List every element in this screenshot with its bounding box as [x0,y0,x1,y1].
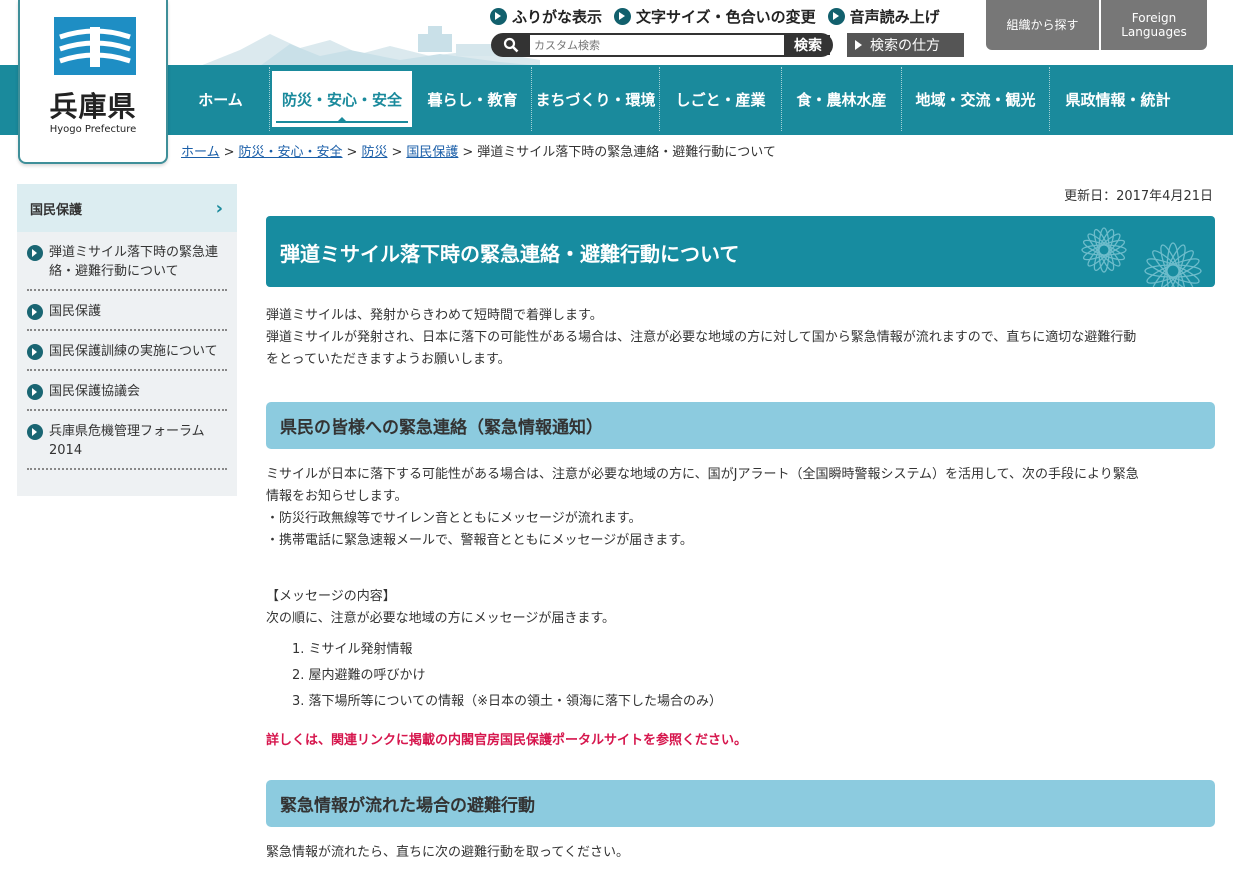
page-title: 弾道ミサイル落下時の緊急連絡・避難行動について [280,242,740,266]
arrow-right-icon [27,245,43,261]
chevron-right-icon: › [215,197,223,219]
intro-paragraph: 弾道ミサイルは、発射からきわめて短時間で着弾します。 弾道ミサイルが発射され、日… [266,305,1216,371]
breadcrumb: ホーム > 防災・安心・安全 > 防災 > 国民保護 > 弾道ミサイル落下時の緊急連絡・避難行動… [181,141,776,160]
sidebar-item-civil-protection[interactable]: 国民保護 [27,291,227,331]
org-search-tab[interactable]: 組織から探す [986,0,1099,50]
arrow-right-icon [827,7,845,25]
breadcrumb-separator: > [346,145,358,160]
site-name-english: Hyogo Prefecture [49,124,137,135]
sidebar-item-label: 兵庫県危機管理フォーラム2014 [49,424,205,458]
section-heading-emergency-contact: 県民の皆様への緊急連絡（緊急情報通知） [266,402,1215,449]
arrow-right-icon [614,7,632,25]
org-search-label: 組織から探す [1006,18,1079,32]
breadcrumb-disaster-safety[interactable]: 防災・安心・安全 [239,145,343,160]
message-content-block: 【メッセージの内容】 次の順に、注意が必要な地域の方にメッセージが届きます。 [266,586,1216,630]
nav-region-tourism[interactable]: 地域・交流・観光 [902,67,1050,131]
play-triangle-icon [855,40,862,50]
local-nav-sidebar: 国民保護 › 弾道ミサイル落下時の緊急連絡・避難行動について 国民保護 国民保護… [17,184,237,496]
nav-prefecture-info[interactable]: 県政情報・統計 [1050,67,1186,131]
message-order-list: 1. ミサイル発射情報 2. 屋内避難の呼びかけ 3. 落下場所等についての情報… [292,637,722,715]
intro-line: 弾道ミサイルが発射され、日本に落下の可能性がある場合は、注意が必要な地域の方に対… [266,330,1137,345]
flower-decoration-icon [1081,227,1127,273]
list-item: 1. ミサイル発射情報 [292,642,413,657]
sidebar-item-missile[interactable]: 弾道ミサイル落下時の緊急連絡・避難行動について [27,232,227,291]
arrow-right-icon [27,304,43,320]
flower-decoration-icon [1144,242,1202,287]
sidebar-heading[interactable]: 国民保護 › [17,184,237,232]
list-item: 2. 屋内避難の呼びかけ [292,668,426,683]
portal-site-note: 詳しくは、関連リンクに掲載の内閣官房国民保護ポータルサイトを参照ください。 [266,733,748,748]
section1-line: 情報をお知らせします。 [266,489,408,504]
sidebar-item-label: 国民保護協議会 [49,384,141,399]
foreign-label-line1: Foreign [1131,11,1177,25]
site-name: 兵庫県 [49,90,137,123]
section-heading-evacuation: 緊急情報が流れた場合の避難行動 [266,780,1215,827]
nav-home[interactable]: ホーム [172,67,270,131]
sidebar-item-training[interactable]: 国民保護訓練の実施について [27,331,227,371]
message-heading: 【メッセージの内容】 [266,589,396,604]
foreign-label-line2: Languages [1121,25,1187,39]
message-lead: 次の順に、注意が必要な地域の方にメッセージが届きます。 [266,611,616,626]
sidebar-item-label: 国民保護訓練の実施について [49,344,218,359]
intro-line: をとっていただきますようお願いします。 [266,352,511,367]
page-title-banner: 弾道ミサイル落下時の緊急連絡・避難行動について [266,216,1215,287]
foreign-languages-label: Foreign Languages [1121,11,1186,39]
sidebar-item-label: 弾道ミサイル落下時の緊急連絡・避難行動について [49,245,219,279]
site-header: 兵庫県 Hyogo Prefecture ふりがな表示 文字サイズ・色合いの変更… [0,0,1233,164]
section1-paragraph: ミサイルが日本に落下する可能性がある場合は、注意が必要な地域の方に、国がJアラー… [266,464,1216,552]
arrow-right-icon [27,384,43,400]
voice-readout-link[interactable]: 音声読み上げ [827,5,940,27]
nav-disaster-safety[interactable]: 防災・安心・安全 [270,69,414,129]
arrow-right-icon [27,424,43,440]
search-button[interactable]: 検索 [786,35,830,55]
breadcrumb-separator: > [391,145,403,160]
search-howto-label: 検索の仕方 [870,38,940,54]
section1-line: ミサイルが日本に落下する可能性がある場合は、注意が必要な地域の方に、国がJアラー… [266,467,1139,482]
nav-town-environment[interactable]: まちづくり・環境 [532,67,660,131]
text-size-color-link[interactable]: 文字サイズ・色合いの変更 [614,5,816,27]
breadcrumb-current: 弾道ミサイル落下時の緊急連絡・避難行動について [477,145,776,160]
header-scenery-illustration [200,26,540,66]
breadcrumb-separator: > [462,145,474,160]
text-size-label: 文字サイズ・色合いの変更 [636,7,816,26]
nav-life-education[interactable]: 暮らし・教育 [414,67,532,131]
global-nav: ホーム 防災・安心・安全 暮らし・教育 まちづくり・環境 しごと・産業 食・農林… [172,67,1186,131]
search-input[interactable] [530,35,784,55]
search-howto-button[interactable]: 検索の仕方 [847,33,964,57]
breadcrumb-separator: > [223,145,235,160]
nav-food-agriculture[interactable]: 食・農林水産 [782,67,902,131]
sidebar-list: 弾道ミサイル落下時の緊急連絡・避難行動について 国民保護 国民保護訓練の実施につ… [17,232,237,470]
breadcrumb-disaster[interactable]: 防災 [361,145,387,160]
sidebar-item-council[interactable]: 国民保護協議会 [27,371,227,411]
site-logo[interactable]: 兵庫県 Hyogo Prefecture [18,0,168,164]
sidebar-heading-label: 国民保護 [30,202,83,218]
voice-label: 音声読み上げ [849,7,940,26]
utility-links: ふりがな表示 文字サイズ・色合いの変更 音声読み上げ [490,5,940,27]
section2-paragraph: 緊急情報が流れたら、直ちに次の避難行動を取ってください。 [266,845,629,860]
arrow-right-icon [490,7,507,25]
sidebar-item-forum[interactable]: 兵庫県危機管理フォーラム2014 [27,411,227,470]
search-icon [503,37,519,53]
breadcrumb-home[interactable]: ホーム [181,145,220,160]
section1-line: ・防災行政無線等でサイレン音とともにメッセージが流れます。 [266,511,642,526]
hyogo-emblem-icon [54,17,136,75]
breadcrumb-civil-protection[interactable]: 国民保護 [406,145,458,160]
furigana-link[interactable]: ふりがな表示 [490,5,602,27]
nav-work-industry[interactable]: しごと・産業 [660,67,782,131]
section1-line: ・携帯電話に緊急速報メールで、警報音とともにメッセージが届きます。 [266,533,693,548]
list-item: 3. 落下場所等についての情報（※日本の領土・領海に落下した場合のみ） [292,694,723,709]
furigana-label: ふりがな表示 [512,7,603,26]
updated-date: 更新日：2017年4月21日 [1064,189,1213,204]
foreign-languages-tab[interactable]: Foreign Languages [1101,0,1207,50]
intro-line: 弾道ミサイルは、発射からきわめて短時間で着弾します。 [266,308,603,323]
sidebar-item-label: 国民保護 [49,304,102,319]
arrow-right-icon [27,344,43,360]
